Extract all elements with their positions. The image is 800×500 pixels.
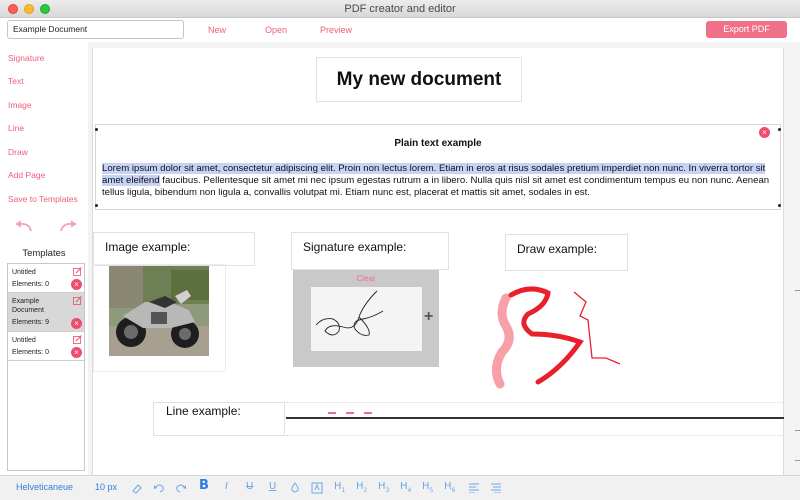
text-color-icon[interactable]: [289, 482, 301, 494]
edit-icon[interactable]: [73, 335, 82, 344]
delete-icon[interactable]: ×: [71, 279, 82, 290]
template-element-count: Elements: 0: [12, 349, 49, 356]
sidebar-item-add-page[interactable]: Add Page: [8, 170, 45, 180]
template-name: Untitled: [12, 337, 36, 344]
italic-button[interactable]: I: [225, 481, 228, 492]
sidebar-item-draw[interactable]: Draw: [8, 147, 28, 157]
sidebar-item-text[interactable]: Text: [8, 76, 24, 86]
new-button[interactable]: New: [208, 25, 226, 35]
format-bar: Helveticaneue 10 px B I U U H1 H2 H3 H4 …: [0, 475, 800, 500]
resize-handle[interactable]: [778, 204, 781, 207]
sidebar-item-line[interactable]: Line: [8, 123, 24, 133]
template-element-count: Elements: 9: [12, 319, 49, 326]
edit-icon[interactable]: [73, 296, 82, 305]
export-pdf-button[interactable]: Export PDF: [706, 21, 787, 38]
sidebar-item-save-to-templates[interactable]: Save to Templates: [8, 194, 78, 204]
toolbar: Example Document New Open Preview Export…: [0, 18, 800, 42]
heading-5-button[interactable]: H5: [422, 481, 433, 494]
template-element-count: Elements: 0: [12, 281, 49, 288]
redo-arrow-icon[interactable]: [58, 219, 80, 233]
line-dash-marker: [364, 412, 372, 414]
undo-icon[interactable]: [153, 482, 165, 494]
signature-stroke: [315, 290, 384, 336]
underline-button[interactable]: U: [269, 481, 276, 492]
sidebar-item-image[interactable]: Image: [8, 100, 32, 110]
heading-2-button[interactable]: H2: [356, 481, 367, 494]
redo-icon[interactable]: [175, 482, 187, 494]
align-justify-icon[interactable]: [490, 483, 502, 493]
line-element-area[interactable]: [286, 402, 784, 436]
line-label-box[interactable]: Line example:: [153, 402, 285, 436]
heading-4-button[interactable]: H4: [400, 481, 411, 494]
horizontal-line[interactable]: [286, 417, 784, 419]
highlight-icon[interactable]: [311, 482, 323, 494]
templates-list: Untitled Elements: 0 × Example Document …: [7, 263, 85, 471]
draw-label-box[interactable]: Draw example:: [505, 234, 628, 271]
image-label: Image example:: [105, 240, 191, 254]
sidebar-item-signature[interactable]: Signature: [8, 53, 44, 63]
edit-icon[interactable]: [73, 267, 82, 276]
signature-label: Signature example:: [303, 240, 407, 254]
clear-signature-button[interactable]: Clear: [293, 274, 439, 283]
scroll-tick: [795, 290, 800, 291]
document-title: My new document: [336, 69, 502, 90]
heading-6-button[interactable]: H6: [444, 481, 455, 494]
add-signature-button[interactable]: +: [424, 308, 433, 326]
preview-button[interactable]: Preview: [320, 25, 352, 35]
scroll-tick: [795, 460, 800, 461]
sidebar: Signature Text Image Line Draw Add Page …: [0, 42, 88, 475]
title-bar: PDF creator and editor: [0, 0, 800, 18]
line-label: Line example:: [166, 404, 241, 418]
resize-handle[interactable]: [95, 204, 98, 207]
window-title: PDF creator and editor: [344, 3, 456, 15]
template-item[interactable]: Example Document Elements: 9 ×: [8, 293, 84, 332]
line-dash-marker: [328, 412, 336, 414]
templates-heading: Templates: [22, 248, 66, 259]
eraser-icon[interactable]: [131, 482, 143, 494]
line-dash-marker: [346, 412, 354, 414]
scroll-tick: [795, 430, 800, 431]
resize-handle[interactable]: [95, 128, 98, 131]
template-name: Untitled: [12, 269, 36, 276]
font-family-selector[interactable]: Helveticaneue: [16, 482, 73, 492]
template-name: Example Document: [12, 298, 44, 314]
signature-pad[interactable]: [311, 287, 422, 351]
draw-label: Draw example:: [517, 242, 598, 256]
image-label-box[interactable]: Image example:: [93, 232, 255, 266]
text-heading: Plain text example: [394, 138, 482, 149]
template-item[interactable]: Untitled Elements: 0 ×: [8, 264, 84, 293]
remove-element-icon[interactable]: ×: [759, 127, 770, 138]
align-left-icon[interactable]: [468, 483, 480, 493]
app-window: PDF creator and editor Example Document …: [0, 0, 800, 500]
delete-icon[interactable]: ×: [71, 318, 82, 329]
signature-panel[interactable]: Clear: [293, 270, 439, 367]
text-element[interactable]: Plain text example × Lorem ipsum dolor s…: [95, 124, 781, 210]
template-item[interactable]: Untitled Elements: 0 ×: [8, 332, 84, 361]
signature-label-box[interactable]: Signature example:: [291, 232, 449, 270]
heading-3-button[interactable]: H3: [378, 481, 389, 494]
document-name-field[interactable]: Example Document: [7, 20, 184, 39]
freehand-drawing[interactable]: [478, 278, 638, 393]
title-element[interactable]: My new document: [316, 57, 522, 102]
delete-icon[interactable]: ×: [71, 347, 82, 358]
undo-arrow-icon[interactable]: [12, 219, 34, 233]
strikethrough-button[interactable]: U: [246, 481, 253, 492]
bold-button[interactable]: B: [199, 478, 209, 493]
open-button[interactable]: Open: [265, 25, 287, 35]
font-size-selector[interactable]: 10 px: [95, 482, 117, 492]
motorcycle-photo[interactable]: [109, 266, 209, 356]
text-body[interactable]: Lorem ipsum dolor sit amet, consectetur …: [102, 163, 774, 199]
heading-1-button[interactable]: H1: [334, 481, 345, 494]
resize-handle[interactable]: [778, 128, 781, 131]
unselected-text: faucibus. Pellentesque sit amet mi nec i…: [102, 175, 770, 198]
